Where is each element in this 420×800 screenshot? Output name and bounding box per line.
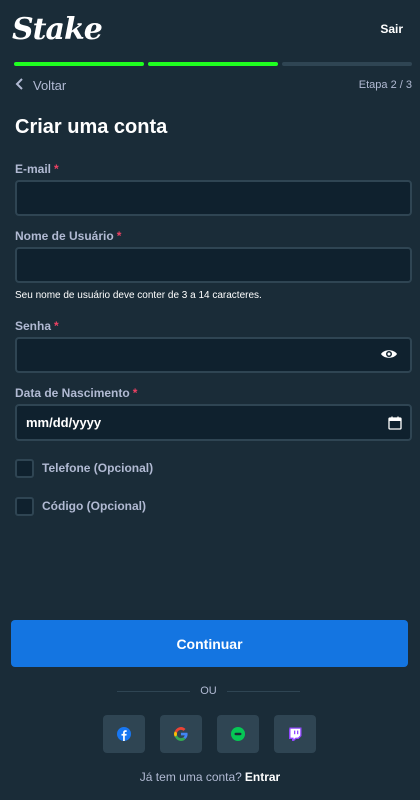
phone-option[interactable]: Telefone (Opcional) — [15, 458, 153, 478]
twitch-icon — [289, 727, 302, 741]
birthdate-value: mm/dd/yyyy — [26, 415, 102, 430]
birthdate-label-text: Data de Nascimento — [15, 386, 130, 400]
calendar-icon — [388, 416, 402, 430]
divider-line — [117, 690, 191, 692]
required-marker: * — [54, 319, 59, 333]
back-button[interactable]: Voltar — [15, 78, 66, 93]
progress-bar — [14, 62, 412, 66]
birthdate-label: Data de Nascimento * — [15, 386, 137, 400]
divider-line — [226, 690, 300, 692]
calendar-button[interactable] — [388, 416, 402, 430]
birthdate-field[interactable]: mm/dd/yyyy — [15, 404, 412, 441]
page-title: Criar uma conta — [15, 116, 168, 138]
code-option[interactable]: Código (Opcional) — [15, 496, 146, 516]
login-question: Já tem uma conta? — [139, 770, 242, 784]
progress-step-3 — [282, 62, 412, 66]
required-marker: * — [132, 386, 138, 400]
step-indicator: Etapa 2 / 3 — [358, 79, 412, 91]
google-icon — [174, 727, 188, 741]
code-option-label: Código (Opcional) — [42, 499, 146, 513]
line-login-button[interactable] — [217, 715, 259, 753]
eye-icon — [381, 350, 397, 358]
progress-step-2 — [148, 62, 278, 66]
code-checkbox[interactable] — [15, 496, 34, 516]
username-label-text: Nome de Usuário — [15, 229, 114, 243]
username-hint: Seu nome de usuário deve conter de 3 a 1… — [15, 290, 262, 301]
progress-step-1 — [14, 62, 144, 66]
or-label: OU — [200, 685, 217, 697]
header: Stake Sair — [0, 0, 420, 58]
back-label: Voltar — [33, 77, 67, 93]
phone-option-label: Telefone (Opcional) — [42, 461, 154, 475]
facebook-login-button[interactable] — [103, 715, 145, 753]
username-field[interactable] — [15, 247, 412, 283]
continue-button[interactable]: Continuar — [11, 620, 408, 667]
email-label: E-mail * — [15, 162, 59, 176]
password-label: Senha * — [15, 319, 59, 333]
email-label-text: E-mail — [15, 162, 52, 176]
password-field[interactable] — [15, 337, 412, 373]
username-label: Nome de Usuário * — [15, 229, 121, 243]
phone-checkbox[interactable] — [15, 458, 34, 478]
google-login-button[interactable] — [160, 715, 202, 753]
login-prompt: Já tem uma conta? Entrar — [0, 770, 420, 784]
email-field[interactable] — [15, 180, 412, 216]
facebook-icon — [117, 727, 131, 741]
chevron-left-icon — [15, 77, 25, 93]
twitch-login-button[interactable] — [274, 715, 316, 753]
line-icon — [231, 727, 245, 741]
show-password-button[interactable] — [378, 345, 400, 363]
exit-link[interactable]: Sair — [380, 22, 403, 36]
login-link[interactable]: Entrar — [245, 770, 280, 784]
required-marker: * — [116, 229, 122, 243]
social-login-row — [103, 715, 316, 753]
required-marker: * — [54, 162, 59, 176]
stake-logo[interactable]: Stake — [12, 12, 103, 47]
step-nav: Voltar Etapa 2 / 3 — [15, 75, 412, 95]
password-label-text: Senha — [15, 319, 52, 333]
or-divider: OU — [117, 683, 300, 699]
